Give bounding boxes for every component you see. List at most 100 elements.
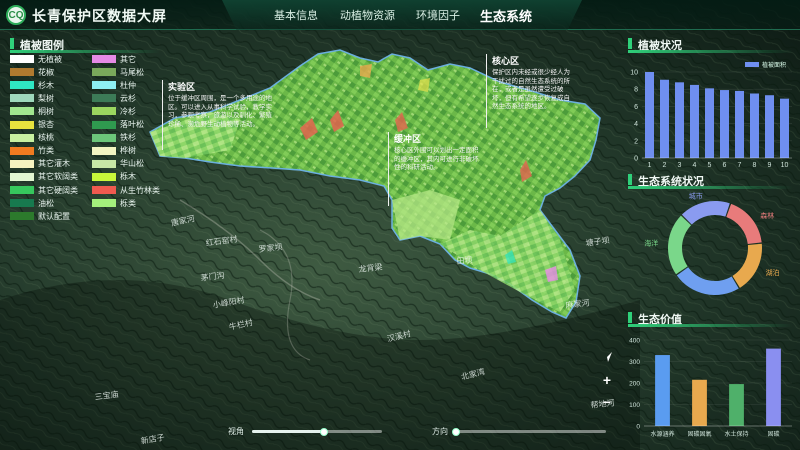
- legend-item: 其它硬阔类: [10, 185, 78, 195]
- legend-swatch: [10, 186, 34, 194]
- view-angle-handle[interactable]: [319, 427, 328, 436]
- legend-label: 杉木: [38, 80, 54, 90]
- bar: [766, 348, 781, 426]
- view-angle-slider[interactable]: [252, 427, 382, 436]
- x-tick-label: 水土保持: [724, 430, 748, 438]
- value-title-underline: [628, 324, 793, 327]
- legend-item: 其它灌木: [10, 159, 70, 169]
- x-tick-label: 9: [768, 162, 772, 169]
- y-tick-label: 8: [634, 87, 638, 94]
- bar: [780, 98, 789, 158]
- legend-label: 竹类: [38, 146, 54, 156]
- legend-label: 其它硬阔类: [38, 185, 78, 195]
- legend-label: 马尾松: [120, 67, 144, 77]
- x-tick-label: 5: [708, 162, 712, 169]
- y-tick-label: 0: [634, 156, 638, 163]
- view-angle-label: 视角: [228, 427, 244, 436]
- bar: [692, 379, 707, 426]
- bar: [675, 82, 684, 158]
- donut-slice: [681, 201, 730, 225]
- bar: [750, 93, 759, 158]
- legend-swatch: [10, 94, 34, 103]
- y-tick-label: 100: [629, 402, 640, 409]
- legend-swatch: [92, 159, 116, 168]
- legend-swatch: [10, 199, 34, 208]
- bar: [655, 355, 670, 426]
- bar: [705, 88, 714, 158]
- legend-label: 油松: [38, 198, 54, 208]
- legend-label: 华山松: [120, 159, 144, 169]
- slice-label: 森林: [760, 211, 774, 220]
- legend-swatch: [10, 107, 34, 116]
- top-bar: CQ 长青保护区数据大屏 基本信息 动植物资源 环境因子 生态系统: [0, 0, 800, 30]
- legend-label: 银杏: [38, 120, 54, 129]
- legend-label: 无植被: [38, 54, 62, 64]
- legend-item: 花椒: [10, 67, 54, 77]
- legend-label: 默认配置: [38, 211, 70, 221]
- legend-item: 落叶松: [92, 120, 144, 130]
- legend-swatch: [10, 68, 34, 77]
- legend-swatch: [10, 120, 34, 129]
- legend-label: 杜仲: [120, 80, 136, 90]
- legend-item: 桦树: [92, 146, 136, 156]
- direction-handle[interactable]: [452, 427, 460, 436]
- annotation-line: [486, 54, 487, 128]
- y-tick-label: 2: [634, 138, 638, 145]
- x-tick-label: 固碳: [767, 430, 779, 438]
- legend-label: 云杉: [120, 93, 136, 103]
- legend-label: 栎木: [120, 172, 136, 182]
- legend-item: 无植被: [10, 54, 62, 64]
- legend-label: 落叶松: [120, 120, 144, 129]
- legend-label: 其它灌木: [38, 159, 70, 169]
- legend-label: 冷杉: [120, 106, 136, 116]
- legend-item: 铁杉: [92, 133, 136, 143]
- x-tick-label: 2: [663, 162, 667, 169]
- x-tick-label: 水源涵养: [650, 430, 674, 438]
- legend-item: 栎类: [92, 198, 136, 208]
- bar: [729, 384, 744, 426]
- map-place-label: 田坝: [456, 255, 473, 266]
- x-tick-label: 3: [678, 162, 682, 169]
- bar: [735, 90, 744, 158]
- donut-slice: [732, 243, 762, 288]
- legend-item: 油松: [10, 198, 54, 208]
- y-tick-label: 200: [629, 381, 640, 388]
- bar: [645, 72, 654, 158]
- legend-item: 银杏: [10, 120, 54, 130]
- ecosystem-donut-chart: 森林湖泊 海洋 城市: [644, 192, 780, 295]
- legend-swatch: [92, 94, 116, 103]
- ecosystem-title-underline: [628, 186, 793, 189]
- annotation-line: [162, 80, 163, 150]
- donut-slice: [668, 215, 692, 275]
- x-tick-label: 7: [738, 162, 742, 169]
- legend-label: 桦树: [120, 146, 136, 156]
- tab-basic-info[interactable]: 基本信息: [274, 7, 318, 23]
- legend-swatch: [92, 81, 116, 90]
- x-tick-label: 4: [693, 162, 697, 169]
- legend-item: 桐树: [10, 106, 54, 116]
- legend-label: 从生竹林类: [120, 185, 160, 195]
- tab-environment[interactable]: 环境因子: [416, 7, 460, 23]
- tab-ecosystem[interactable]: 生态系统: [480, 6, 532, 25]
- y-tick-label: 300: [629, 359, 640, 366]
- bar: [765, 95, 774, 158]
- direction-slider[interactable]: [452, 427, 606, 436]
- legend-swatch: [92, 133, 116, 142]
- legend-swatch: [92, 172, 116, 181]
- direction-label: 方向: [432, 427, 448, 436]
- bar: [690, 84, 699, 158]
- legend-item: 马尾松: [92, 67, 144, 77]
- legend-label: 花椒: [38, 67, 54, 77]
- tab-flora-fauna[interactable]: 动植物资源: [340, 7, 395, 23]
- legend-item: 其它软阔类: [10, 172, 78, 182]
- legend-item: 梨树: [10, 93, 54, 103]
- vegetation-bar-chart: 02468101 2 3 4 5 6 7 8 9 10: [630, 70, 792, 169]
- zoom-out-button[interactable]: −: [599, 394, 615, 410]
- app-title: 长青保护区数据大屏: [32, 8, 167, 24]
- y-tick-label: 0: [636, 424, 640, 431]
- legend-item: 杜仲: [92, 80, 136, 90]
- compass-icon[interactable]: [600, 350, 614, 364]
- legend-swatch: [10, 81, 34, 90]
- legend-swatch: [10, 133, 34, 142]
- zoom-in-button[interactable]: +: [599, 372, 615, 388]
